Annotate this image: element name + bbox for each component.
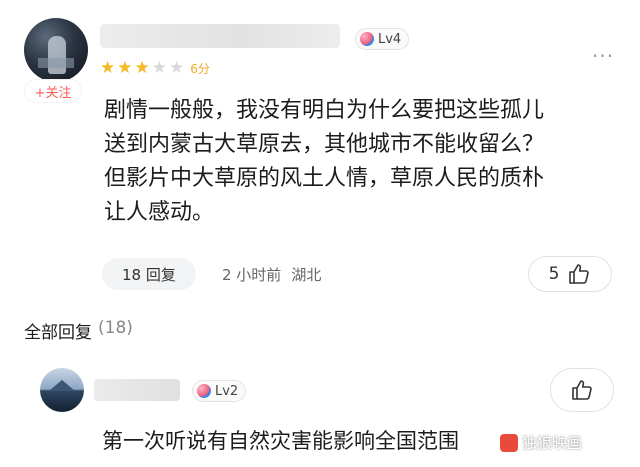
- comment-meta: 2 小时前 湖北: [222, 264, 321, 285]
- ellipsis-icon[interactable]: ···: [592, 44, 614, 68]
- reply-level-badge: Lv2: [192, 380, 247, 402]
- watermark-logo-icon: [500, 433, 518, 452]
- replies-count: (18): [98, 318, 133, 338]
- watermark-text: 独狼映画: [522, 434, 583, 452]
- replies-header: 全部回复 (18): [24, 318, 133, 343]
- level-label: Lv2: [215, 383, 239, 399]
- like-button[interactable]: 5: [528, 256, 612, 292]
- reply-like-button[interactable]: [550, 368, 614, 412]
- level-icon: [360, 32, 374, 46]
- reply-username-redacted: [94, 379, 180, 401]
- reply-count-button[interactable]: 18 回复: [102, 258, 196, 290]
- star-filled-icon: ★: [100, 58, 116, 78]
- reply-body: 第一次听说有自然灾害能影响全国范围: [102, 429, 459, 453]
- comment-line: 剧情一般般，我没有明白为什么要把这些孤儿: [104, 98, 545, 123]
- rating-score: 6分: [190, 61, 210, 76]
- thumbs-up-icon: [569, 264, 590, 284]
- star-empty-icon: ★: [169, 58, 185, 78]
- star-filled-icon: ★: [117, 58, 133, 78]
- level-icon: [197, 384, 211, 398]
- avatar[interactable]: [24, 18, 88, 82]
- location: 湖北: [291, 266, 322, 284]
- comment-body: 剧情一般般，我没有明白为什么要把这些孤儿 送到内蒙古大草原去，其他城市不能收留么…: [104, 94, 604, 230]
- rating-stars: ★ ★ ★ ★ ★ 6分: [100, 58, 210, 78]
- comment-line: 但影片中大草原的风土人情，草原人民的质朴: [104, 166, 545, 191]
- level-badge: Lv4: [355, 28, 410, 50]
- star-empty-icon: ★: [151, 58, 167, 78]
- comment-line: 让人感动。: [104, 200, 215, 225]
- comment-line: 送到内蒙古大草原去，其他城市不能收留么？: [104, 132, 545, 157]
- thumbs-up-icon: [572, 380, 592, 400]
- star-filled-icon: ★: [134, 58, 150, 78]
- avatar-ground: [38, 58, 74, 68]
- like-count: 5: [548, 264, 560, 284]
- replies-title: 全部回复: [24, 323, 92, 343]
- timestamp: 2 小时前: [222, 266, 282, 284]
- username-redacted: [100, 24, 340, 48]
- reply-avatar[interactable]: [40, 368, 84, 412]
- watermark: 独狼映画: [500, 432, 582, 453]
- level-label: Lv4: [378, 31, 402, 47]
- avatar-figure: [48, 36, 66, 74]
- follow-button[interactable]: +关注: [25, 80, 81, 102]
- avatar-mountain: [49, 380, 75, 391]
